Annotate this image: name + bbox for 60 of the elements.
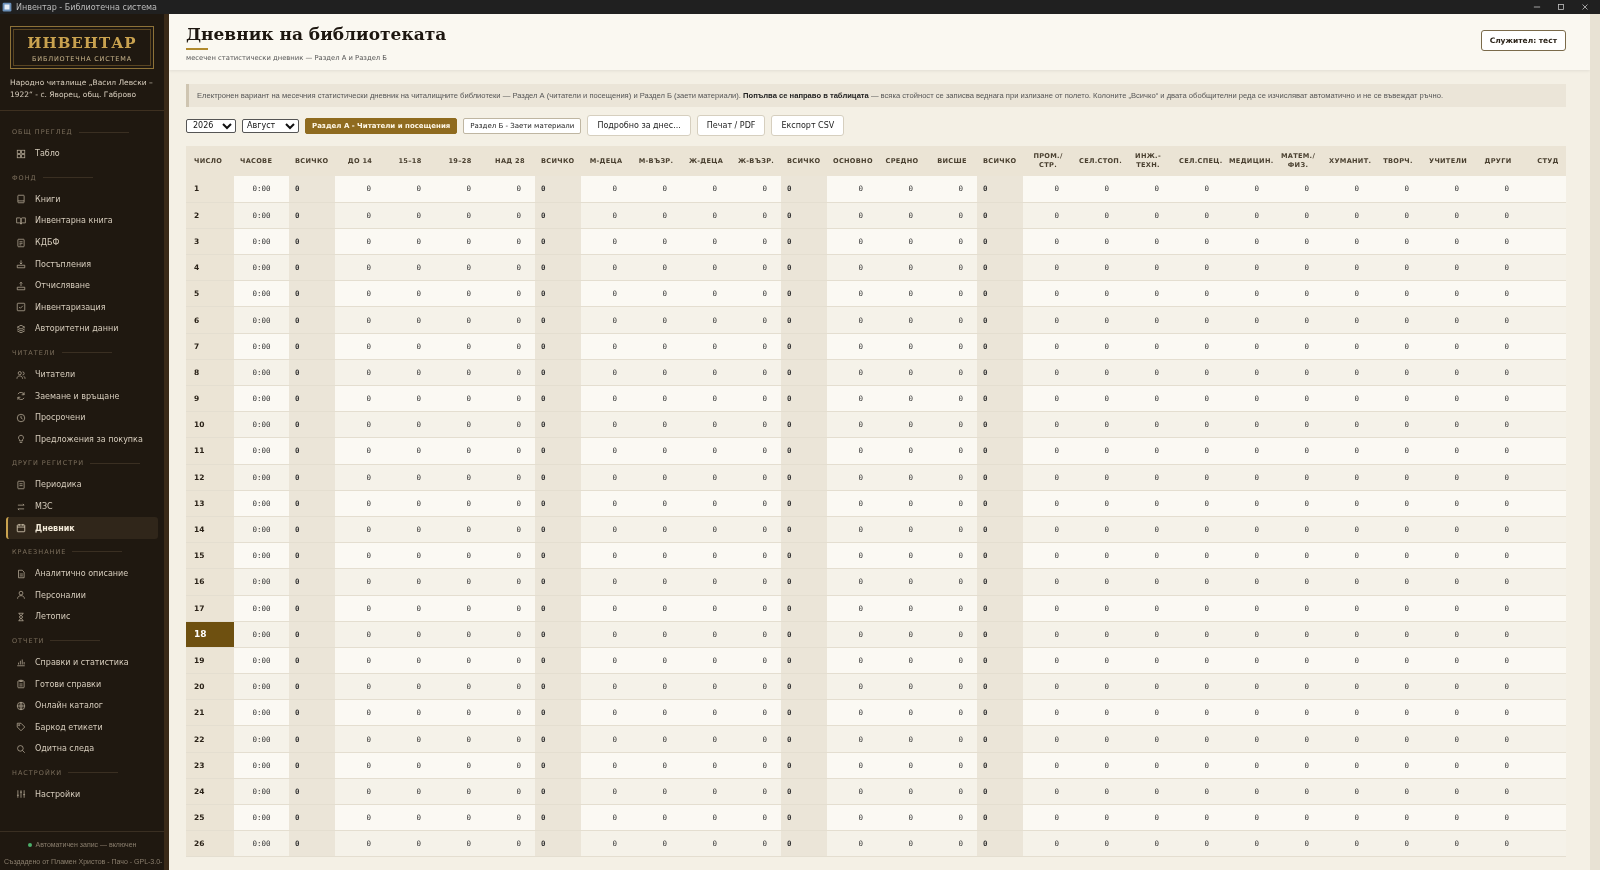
- logo-title: ИНВЕНТАР: [26, 34, 138, 52]
- sidebar-item[interactable]: Книги: [6, 188, 158, 211]
- hourglass-icon: [16, 611, 26, 622]
- document-icon: [16, 479, 26, 490]
- lightbulb-icon: [16, 434, 26, 445]
- day-cell[interactable]: 18: [186, 621, 234, 648]
- refresh-icon: [16, 391, 26, 402]
- checkbox-icon: [16, 302, 26, 313]
- sidebar-item[interactable]: Баркод етикети: [6, 716, 158, 739]
- outbox-icon: [16, 280, 26, 291]
- sidebar-item[interactable]: Отчисляване: [6, 274, 158, 297]
- sidebar-item[interactable]: Одитна следа: [6, 738, 158, 760]
- sliders-icon: [16, 789, 26, 800]
- sidebar-item[interactable]: Авторитетни данни: [6, 318, 158, 340]
- bar-chart-icon: [16, 657, 26, 668]
- inbox-icon: [16, 259, 26, 270]
- window-title: Инвентар - Библиотечна система: [16, 2, 158, 12]
- toolbar-button[interactable]: Подробно за днес...: [587, 115, 691, 136]
- sidebar-item[interactable]: Просрочени: [6, 406, 158, 429]
- document-icon: [16, 237, 26, 248]
- sidebar-item[interactable]: Дневник: [6, 517, 158, 539]
- sidebar-item[interactable]: Табло: [6, 143, 158, 165]
- open-book-icon: [16, 216, 26, 226]
- arrows-icon: [16, 501, 26, 512]
- year-select[interactable]: 2026: [186, 118, 236, 133]
- globe-icon: [16, 700, 26, 711]
- tag-icon: [16, 722, 26, 733]
- sidebar-item[interactable]: Онлайн каталог: [6, 694, 158, 717]
- document-icon: [16, 568, 26, 579]
- page-title: Дневник на библиотеката: [186, 24, 447, 44]
- sidebar-item[interactable]: Справки и статистика: [6, 651, 158, 674]
- people-icon: [16, 369, 26, 380]
- person-icon: [16, 590, 26, 601]
- sidebar-item[interactable]: Инвентаризация: [6, 296, 158, 319]
- layers-icon: [16, 323, 26, 334]
- sidebar-item[interactable]: Летопис: [6, 606, 158, 628]
- sidebar-item[interactable]: МЗС: [6, 495, 158, 518]
- close-icon[interactable]: [1580, 2, 1590, 12]
- maximize-icon[interactable]: [1556, 2, 1566, 12]
- month-select[interactable]: Август: [242, 118, 299, 133]
- search-icon: [16, 743, 26, 754]
- sidebar-item[interactable]: Аналитично описание: [6, 562, 158, 585]
- clock-icon: [16, 412, 26, 423]
- sidebar-item[interactable]: Инвентарна книга: [6, 210, 158, 232]
- sidebar-item[interactable]: Предложения за покупка: [6, 428, 158, 451]
- sidebar-item[interactable]: КДБФ: [6, 231, 158, 254]
- clipboard-icon: [16, 679, 26, 690]
- toolbar-button[interactable]: Печат / PDF: [696, 115, 766, 136]
- calendar-icon: [16, 523, 26, 534]
- sidebar-item[interactable]: Периодика: [6, 474, 158, 496]
- sidebar-item[interactable]: Настройки: [6, 783, 158, 806]
- app-icon: [2, 2, 12, 12]
- sidebar-item[interactable]: Заемане и връщане: [6, 385, 158, 407]
- sidebar-item[interactable]: Готови справки: [6, 673, 158, 695]
- sidebar-item[interactable]: Персоналии: [6, 584, 158, 607]
- book-icon: [16, 194, 26, 205]
- dashboard-icon: [16, 148, 26, 159]
- sidebar-item[interactable]: Постъпления: [6, 253, 158, 275]
- toolbar-button[interactable]: Експорт CSV: [771, 115, 845, 136]
- sidebar-item[interactable]: Читатели: [6, 363, 158, 386]
